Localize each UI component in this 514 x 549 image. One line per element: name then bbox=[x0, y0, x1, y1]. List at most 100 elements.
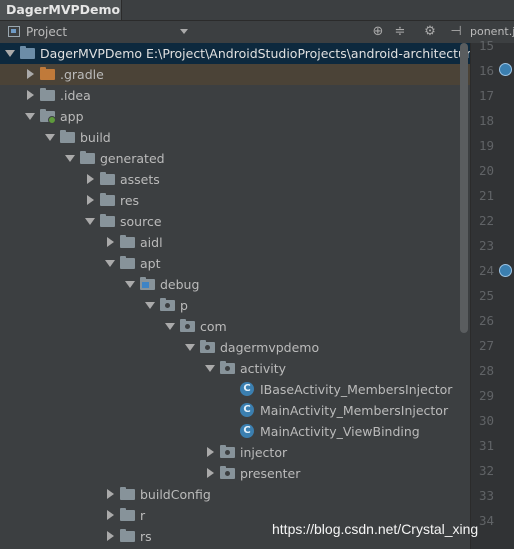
line-number: 19 bbox=[478, 138, 494, 153]
collapse-arrow-icon[interactable] bbox=[107, 237, 114, 247]
source-folder-icon bbox=[140, 277, 155, 290]
package-icon bbox=[160, 298, 175, 311]
expand-arrow-icon[interactable] bbox=[205, 365, 215, 372]
expand-arrow-icon[interactable] bbox=[185, 344, 195, 351]
tree-scrollbar[interactable] bbox=[460, 43, 468, 333]
tree-item-label: MainActivity_MembersInjector bbox=[260, 403, 449, 418]
tree-row[interactable]: DagerMVPDemo E:\Project\AndroidStudioProj… bbox=[0, 43, 470, 64]
tree-item-label: injector bbox=[240, 445, 288, 460]
folder-icon bbox=[100, 193, 115, 206]
window-title[interactable]: DagerMVPDemo bbox=[0, 0, 122, 20]
tree-item-label: res bbox=[120, 193, 140, 208]
expand-arrow-icon[interactable] bbox=[165, 323, 175, 330]
tree-item-label: rs bbox=[140, 529, 152, 544]
tree-row[interactable]: .idea bbox=[0, 85, 470, 106]
collapse-arrow-icon[interactable] bbox=[207, 447, 214, 457]
tree-row[interactable]: debug bbox=[0, 274, 470, 295]
expand-arrow-icon[interactable] bbox=[5, 50, 15, 57]
expand-arrow-icon[interactable] bbox=[85, 218, 95, 225]
line-number: 15 bbox=[478, 38, 494, 53]
tree-item-label: com bbox=[200, 319, 227, 334]
collapse-all-icon[interactable]: ≑ bbox=[392, 24, 408, 40]
line-number: 27 bbox=[478, 338, 494, 353]
tree-row[interactable]: aidl bbox=[0, 232, 470, 253]
chevron-down-icon[interactable] bbox=[180, 29, 188, 34]
hide-panel-icon[interactable]: ⊣ bbox=[448, 24, 464, 40]
tree-row[interactable]: app bbox=[0, 106, 470, 127]
implemented-marker-icon[interactable] bbox=[499, 63, 512, 76]
tree-item-label: build bbox=[80, 130, 111, 145]
folder-orange-icon bbox=[40, 67, 55, 80]
tree-row[interactable]: generated bbox=[0, 148, 470, 169]
project-folder-icon bbox=[20, 46, 35, 59]
tree-row[interactable]: C IBaseActivity_MembersInjector bbox=[0, 379, 470, 400]
line-number: 22 bbox=[478, 213, 494, 228]
tree-item-label: apt bbox=[140, 256, 161, 271]
expand-arrow-icon[interactable] bbox=[125, 281, 135, 288]
tree-row[interactable]: buildConfig bbox=[0, 484, 470, 505]
tree-item-label: MainActivity_ViewBinding bbox=[260, 424, 420, 439]
folder-icon bbox=[120, 508, 135, 521]
tree-item-label: source bbox=[120, 214, 162, 229]
tree-item-label: activity bbox=[240, 361, 287, 376]
line-number: 28 bbox=[478, 363, 494, 378]
tree-row[interactable]: dagermvpdemo bbox=[0, 337, 470, 358]
tree-row[interactable]: presenter bbox=[0, 463, 470, 484]
project-panel-header: Project ⊕ ≑ ⚙ ⊣ bbox=[0, 21, 470, 44]
tree-row[interactable]: apt bbox=[0, 253, 470, 274]
line-number: 25 bbox=[478, 288, 494, 303]
tree-row[interactable]: assets bbox=[0, 169, 470, 190]
tree-item-label: r bbox=[140, 508, 146, 523]
title-bar: DagerMVPDemo bbox=[0, 0, 514, 21]
tree-row[interactable]: .gradle bbox=[0, 64, 470, 85]
tree-row[interactable]: C MainActivity_ViewBinding bbox=[0, 421, 470, 442]
tree-item-label: dagermvpdemo bbox=[220, 340, 320, 355]
collapse-arrow-icon[interactable] bbox=[107, 510, 114, 520]
class-icon: C bbox=[240, 424, 254, 438]
expand-arrow-icon[interactable] bbox=[25, 113, 35, 120]
folder-icon bbox=[120, 487, 135, 500]
tree-row[interactable]: res bbox=[0, 190, 470, 211]
expand-arrow-icon[interactable] bbox=[65, 155, 75, 162]
locate-icon[interactable]: ⊕ bbox=[370, 24, 386, 40]
tree-item-label: .idea bbox=[60, 88, 91, 103]
gear-icon[interactable]: ⚙ bbox=[422, 24, 438, 40]
folder-icon bbox=[100, 214, 115, 227]
expand-arrow-icon[interactable] bbox=[105, 260, 115, 267]
line-number: 21 bbox=[478, 188, 494, 203]
tree-row[interactable]: injector bbox=[0, 442, 470, 463]
override-marker-icon[interactable] bbox=[499, 264, 512, 277]
collapse-arrow-icon[interactable] bbox=[87, 174, 94, 184]
project-path: E:\Project\AndroidStudioProjects\android… bbox=[146, 46, 470, 61]
tree-row[interactable]: source bbox=[0, 211, 470, 232]
collapse-arrow-icon[interactable] bbox=[87, 195, 94, 205]
tree-item-label: app bbox=[60, 109, 84, 124]
collapse-arrow-icon[interactable] bbox=[27, 69, 34, 79]
tree-item-label: IBaseActivity_MembersInjector bbox=[260, 382, 453, 397]
tree-row[interactable]: activity bbox=[0, 358, 470, 379]
collapse-arrow-icon[interactable] bbox=[27, 90, 34, 100]
tree-row[interactable]: C MainActivity_MembersInjector bbox=[0, 400, 470, 421]
tree-item-label: aidl bbox=[140, 235, 163, 250]
folder-icon bbox=[120, 529, 135, 542]
collapse-arrow-icon[interactable] bbox=[107, 489, 114, 499]
folder-icon bbox=[120, 235, 135, 248]
module-folder-icon bbox=[40, 109, 56, 124]
tree-row[interactable]: p bbox=[0, 295, 470, 316]
line-number: 26 bbox=[478, 313, 494, 328]
line-number: 33 bbox=[478, 488, 494, 503]
collapse-arrow-icon[interactable] bbox=[207, 468, 214, 478]
expand-arrow-icon[interactable] bbox=[145, 302, 155, 309]
line-number: 29 bbox=[478, 388, 494, 403]
expand-arrow-icon[interactable] bbox=[45, 134, 55, 141]
line-number: 20 bbox=[478, 163, 494, 178]
line-number: 32 bbox=[478, 463, 494, 478]
project-view-selector[interactable]: Project bbox=[8, 21, 67, 43]
tree-row[interactable]: build bbox=[0, 127, 470, 148]
tree-row[interactable]: com bbox=[0, 316, 470, 337]
line-number: 24 bbox=[478, 263, 494, 278]
package-icon bbox=[180, 319, 195, 332]
collapse-arrow-icon[interactable] bbox=[107, 531, 114, 541]
tree-item-label: debug bbox=[160, 277, 200, 292]
tree-item-label: p bbox=[180, 298, 188, 313]
